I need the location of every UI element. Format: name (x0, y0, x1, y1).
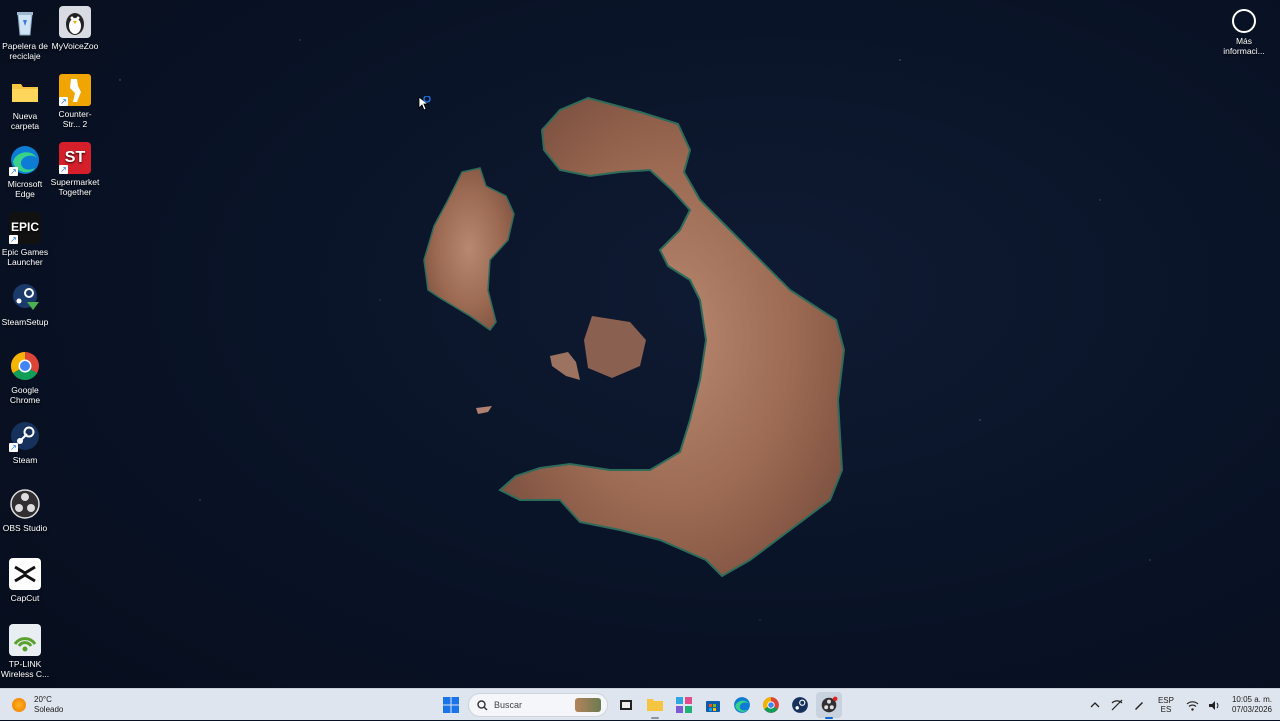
supermarket-logo-text: ST (64, 149, 86, 166)
desktop-icon-label: Microsoft Edge (7, 179, 43, 199)
more-info-label: Más informaci... (1223, 36, 1265, 56)
camera-info-icon (1232, 9, 1256, 33)
desktop-icon-label: SteamSetup (1, 317, 49, 327)
desktop-icon-label: Counter-Str... 2 (58, 109, 92, 129)
chrome-icon (762, 697, 779, 713)
search-icon (477, 699, 488, 710)
edge-icon (733, 697, 750, 713)
island-center (584, 316, 646, 378)
desktop-icon-chrome[interactable]: Google Chrome (0, 350, 50, 405)
chrome-icon (9, 350, 41, 382)
islet-tiny (476, 406, 492, 414)
edge-icon: ↗ (9, 144, 41, 176)
shortcut-arrow-icon: ↗ (59, 165, 68, 174)
desktop-icon-label: Epic Games Launcher (1, 247, 49, 267)
pen-tray-icon[interactable] (1131, 697, 1147, 713)
islet-small (550, 352, 580, 380)
taskbar: 20°C Soleado Buscar ESP ES 10:05 a. m. 0… (0, 688, 1280, 720)
capcut-icon (9, 558, 41, 590)
desktop-icon-recycle-bin[interactable]: Papelera de reciclaje (0, 6, 50, 61)
folder-icon (646, 699, 663, 711)
volume-icon[interactable] (1207, 697, 1223, 713)
penguin-app-icon (59, 6, 91, 38)
shortcut-arrow-icon: ↗ (9, 443, 18, 452)
island-main (498, 96, 846, 578)
language-code: ESP (1157, 696, 1174, 705)
show-hidden-icons-chevron-up-icon[interactable] (1087, 697, 1103, 713)
store-icon (705, 701, 720, 712)
taskbar-microsoft-store[interactable] (700, 692, 726, 718)
taskbar-steam[interactable] (787, 692, 813, 718)
taskbar-apps: Buscar (436, 692, 843, 719)
more-info-widget[interactable]: Más informaci... (1216, 9, 1272, 56)
taskbar-file-explorer[interactable] (642, 692, 668, 719)
desktop-icon-tplink[interactable]: TP-LINK Wireless C... (0, 624, 50, 679)
desktop-icon-new-folder[interactable]: Nueva carpeta (0, 76, 50, 131)
steam-icon (791, 697, 808, 713)
desktop-icon-label: Google Chrome (9, 385, 41, 405)
mouse-cursor-icon (418, 96, 431, 111)
wifi-icon[interactable] (1185, 697, 1201, 713)
search-highlight-icon (575, 698, 601, 712)
desktop-icon-steam[interactable]: ↗ Steam (0, 420, 50, 465)
desktop-icon-edge[interactable]: ↗ Microsoft Edge (0, 144, 50, 199)
keyboard-layout: ES (1160, 705, 1172, 714)
search-placeholder: Buscar (494, 700, 523, 710)
desktop-icon-supermarket-together[interactable]: ST ↗ Supermarket Together (50, 142, 100, 197)
desktop-icon-label: MyVoiceZoo (51, 41, 99, 51)
desktop-icon-label: OBS Studio (2, 523, 48, 533)
weather-condition: Soleado (34, 705, 64, 714)
folder-icon (9, 76, 41, 108)
desktop-icon-epic-games[interactable]: EPIC ↗ Epic Games Launcher (0, 212, 50, 267)
clock-time: 10:05 a. m. (1231, 695, 1272, 704)
running-indicator (650, 717, 659, 719)
taskbar-widgets[interactable] (671, 692, 697, 718)
recycle-bin-icon (9, 6, 41, 38)
taskbar-search[interactable]: Buscar (468, 693, 608, 717)
weather-widget[interactable]: 20°C Soleado (12, 694, 63, 716)
epic-games-icon: EPIC ↗ (9, 212, 41, 244)
taskbar-edge[interactable] (729, 692, 755, 718)
weather-temperature: 20°C (34, 695, 52, 704)
desktop-icon-label: CapCut (10, 593, 40, 603)
taskbar-clock[interactable]: 10:05 a. m. 07/03/2026 (1232, 695, 1272, 715)
desktop-icon-label: Supermarket Together (50, 177, 100, 197)
start-button[interactable] (438, 692, 464, 718)
tplink-wireless-icon (9, 624, 41, 656)
counter-strike-icon: ↗ (59, 74, 91, 106)
desktop-wallpaper (119, 39, 1151, 621)
task-view-button[interactable] (613, 692, 639, 718)
windows-logo-icon (442, 697, 459, 713)
steam-icon: ↗ (9, 420, 41, 452)
taskbar-obs[interactable] (815, 692, 842, 719)
network-off-icon[interactable] (1109, 697, 1125, 713)
taskbar-chrome[interactable] (758, 692, 784, 718)
running-indicator (824, 717, 833, 719)
steam-setup-icon (9, 282, 41, 314)
supermarket-together-icon: ST ↗ (59, 142, 91, 174)
desktop-icon-label: TP-LINK Wireless C... (0, 659, 50, 679)
desktop-icon-label: Nueva carpeta (10, 111, 40, 131)
shortcut-arrow-icon: ↗ (9, 167, 18, 176)
desktop-icon-myvoicezoo[interactable]: MyVoiceZoo (50, 6, 100, 51)
desktop-icon-obs[interactable]: OBS Studio (0, 488, 50, 533)
shortcut-arrow-icon: ↗ (9, 235, 18, 244)
clock-date: 07/03/2026 (1231, 705, 1272, 714)
input-language-indicator[interactable]: ESP ES (1158, 696, 1174, 714)
widgets-icon (675, 697, 692, 713)
sun-icon (12, 698, 26, 712)
desktop-icon-label: Steam (12, 455, 38, 465)
obs-icon (9, 488, 41, 520)
desktop-icon-capcut[interactable]: CapCut (0, 558, 50, 603)
task-view-icon (619, 700, 632, 710)
epic-logo-text: EPIC (10, 220, 39, 234)
system-tray: ESP ES 10:05 a. m. 07/03/2026 (1084, 689, 1272, 721)
desktop-icon-label: Papelera de reciclaje (2, 41, 48, 61)
island-west (423, 167, 515, 332)
desktop-icon-steam-setup[interactable]: SteamSetup (0, 282, 50, 327)
shortcut-arrow-icon: ↗ (59, 97, 68, 106)
obs-recording-icon (821, 696, 837, 713)
desktop-icon-counter-strike[interactable]: ↗ Counter-Str... 2 (50, 74, 100, 129)
